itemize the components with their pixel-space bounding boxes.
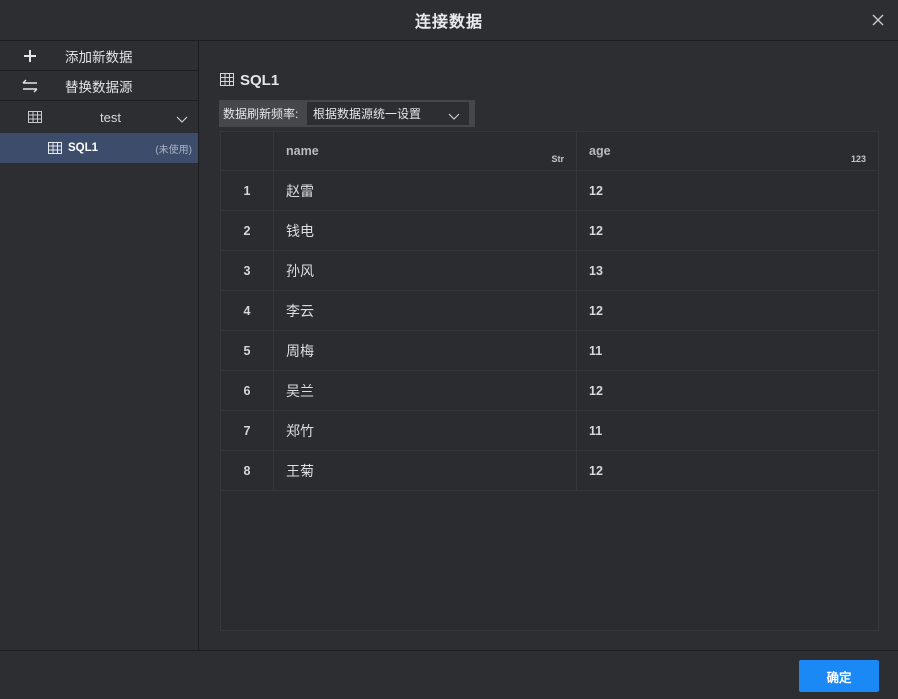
index-header [221, 132, 274, 170]
dataset-title: SQL1 [220, 72, 279, 89]
row-index: 6 [221, 371, 274, 410]
main-panel: SQL1 数据刷新频率: 根据数据源统一设置 name Str age 123 … [200, 41, 898, 650]
cell-age: 12 [589, 383, 603, 398]
plus-icon [22, 48, 52, 64]
replace-datasource-label: 替换数据源 [65, 79, 133, 95]
add-new-data-label: 添加新数据 [65, 49, 133, 65]
table-row: 5 周梅 11 [221, 331, 878, 371]
refresh-frequency-label: 数据刷新频率: [223, 107, 299, 121]
group-label: test [100, 109, 121, 125]
dialog-header: 连接数据 [0, 0, 898, 41]
chevron-down-icon[interactable] [176, 112, 188, 127]
sidebar: 添加新数据 替换数据源 test SQL1 (未使用) [0, 41, 199, 650]
confirm-button[interactable]: 确定 [799, 660, 879, 692]
row-index: 2 [221, 211, 274, 250]
add-new-data-button[interactable]: 添加新数据 [0, 41, 198, 71]
refresh-frequency-select[interactable]: 根据数据源统一设置 [307, 102, 469, 125]
close-icon[interactable] [868, 10, 888, 30]
table-icon [48, 142, 62, 154]
cell-name: 王菊 [274, 451, 577, 490]
swap-icon [22, 78, 52, 94]
connect-data-dialog: 连接数据 添加新数据 替换数据源 test SQL1 (未使用) SQL1 数据… [0, 0, 898, 699]
cell-age: 12 [589, 223, 603, 238]
row-index: 1 [221, 171, 274, 210]
row-index: 5 [221, 331, 274, 370]
string-type-icon: Str [551, 154, 564, 164]
dialog-footer: 确定 [0, 650, 898, 699]
column-name: age [589, 144, 611, 158]
table-row: 3 孙风 13 [221, 251, 878, 291]
cell-age: 12 [589, 463, 603, 478]
column-name: name [286, 144, 319, 158]
cell-name: 孙风 [274, 251, 577, 290]
cell-name: 李云 [274, 291, 577, 330]
table-row: 1 赵雷 12 [221, 171, 878, 211]
column-header-age[interactable]: age 123 [577, 132, 878, 170]
cell-name: 吴兰 [274, 371, 577, 410]
cell-age: 12 [589, 183, 603, 198]
dialog-title: 连接数据 [414, 14, 483, 31]
cell-age: 11 [589, 423, 603, 438]
table-row: 6 吴兰 12 [221, 371, 878, 411]
cell-age: 13 [589, 263, 603, 278]
table-icon [28, 111, 42, 123]
cell-name: 赵雷 [274, 171, 577, 210]
sidebar-item-sql1[interactable]: SQL1 (未使用) [0, 133, 198, 163]
column-header-name[interactable]: name Str [274, 132, 577, 170]
cell-age: 12 [589, 303, 603, 318]
unused-tag: (未使用) [155, 144, 192, 156]
table-header-row: name Str age 123 [221, 132, 878, 171]
dataset-title-label: SQL1 [240, 72, 280, 89]
cell-name: 钱电 [274, 211, 577, 250]
row-index: 8 [221, 451, 274, 490]
sidebar-item-label: SQL1 [68, 142, 99, 154]
table-icon [220, 72, 234, 89]
refresh-frequency-bar: 数据刷新频率: 根据数据源统一设置 [219, 100, 475, 127]
cell-age: 11 [589, 343, 603, 358]
table-row: 4 李云 12 [221, 291, 878, 331]
datasource-group-test[interactable]: test [0, 101, 198, 133]
cell-name: 郑竹 [274, 411, 577, 450]
chevron-down-icon [448, 109, 460, 124]
data-preview-table: name Str age 123 1 赵雷 12 2 钱电 12 3 孙风 13… [220, 131, 879, 631]
refresh-frequency-value: 根据数据源统一设置 [313, 107, 422, 121]
row-index: 7 [221, 411, 274, 450]
table-row: 8 王菊 12 [221, 451, 878, 491]
table-row: 7 郑竹 11 [221, 411, 878, 451]
cell-name: 周梅 [274, 331, 577, 370]
replace-datasource-button[interactable]: 替换数据源 [0, 71, 198, 101]
row-index: 3 [221, 251, 274, 290]
number-type-icon: 123 [850, 154, 866, 164]
row-index: 4 [221, 291, 274, 330]
table-row: 2 钱电 12 [221, 211, 878, 251]
